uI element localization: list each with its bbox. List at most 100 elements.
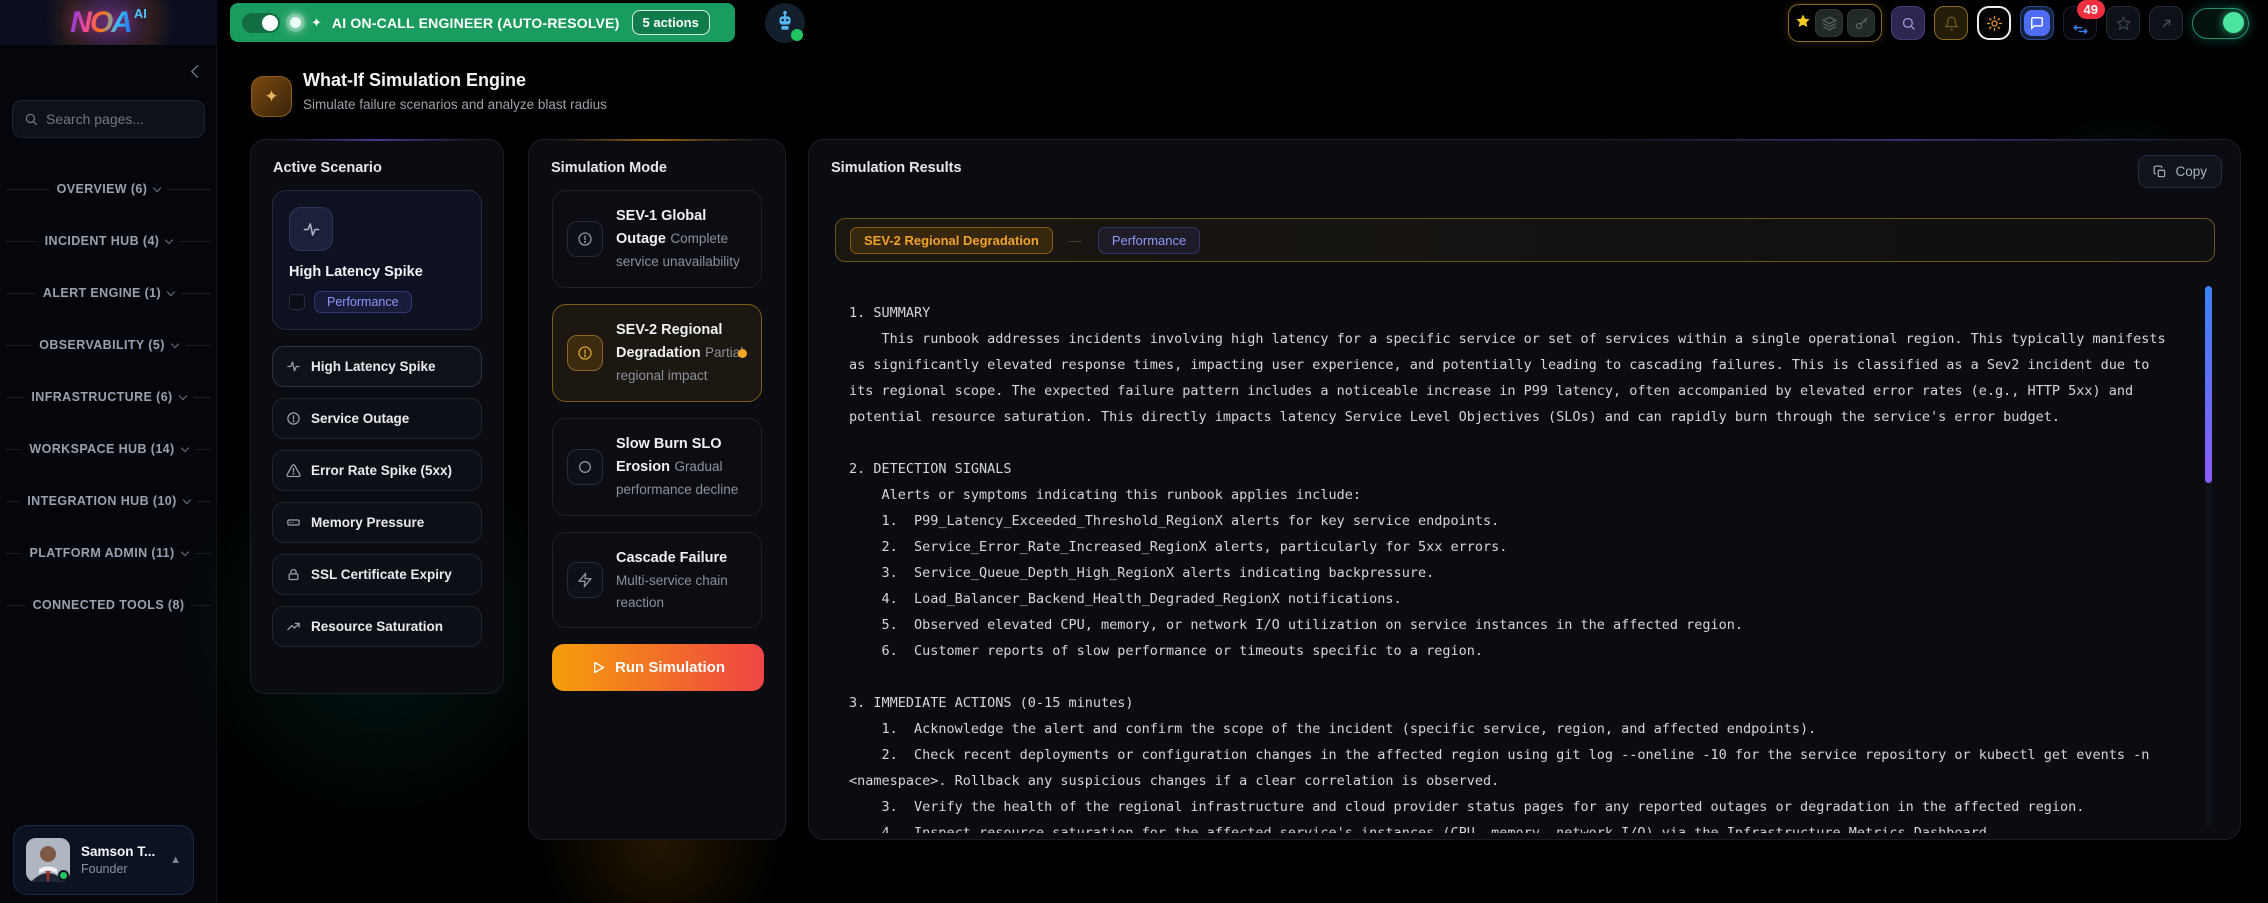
circle-icon: [567, 449, 603, 485]
sidebar-item-platform-admin[interactable]: PLATFORM ADMIN (11): [0, 527, 217, 579]
scenario-checkbox[interactable]: [289, 294, 305, 310]
featured-scenario-name: High Latency Spike: [289, 264, 465, 280]
topbar: NOA AI ✦ AI ON-CALL ENGINEER (AUTO-RESOL…: [0, 0, 2268, 45]
scenario-resource-saturation[interactable]: Resource Saturation: [272, 606, 482, 647]
scenario-memory-pressure[interactable]: Memory Pressure: [272, 502, 482, 543]
chevron-down-icon: [182, 495, 190, 503]
layers-button[interactable]: [1815, 9, 1843, 37]
search-icon: [1901, 16, 1916, 31]
alerts-counter-button[interactable]: 49: [2063, 6, 2097, 40]
logo-text: NOA: [70, 6, 131, 40]
star-outline-icon: [2116, 16, 2131, 31]
chevron-down-icon: [180, 547, 188, 555]
trending-up-icon: [286, 619, 301, 634]
star-outline-button[interactable]: [2106, 6, 2140, 40]
run-simulation-button[interactable]: Run Simulation: [552, 644, 764, 691]
user-online-dot: [58, 870, 69, 881]
sun-icon: [1987, 16, 2002, 31]
sidebar: OVERVIEW (6) INCIDENT HUB (4) ALERT ENGI…: [0, 45, 217, 903]
lock-icon: [286, 567, 301, 582]
activity-icon: [289, 207, 333, 251]
auto-resolve-toggle[interactable]: [242, 13, 280, 33]
mode-desc: Multi-service chain reaction: [616, 573, 728, 610]
chevron-down-icon: [167, 287, 175, 295]
topbar-actions: 49: [1788, 4, 2249, 42]
selected-mode-dot: [738, 349, 747, 358]
runbook-text: 1. SUMMARY This runbook addresses incide…: [849, 300, 2178, 833]
copy-icon: [2153, 165, 2167, 179]
app-root: NOA AI ✦ AI ON-CALL ENGINEER (AUTO-RESOL…: [0, 0, 2268, 903]
copy-button[interactable]: Copy: [2138, 155, 2222, 188]
sidebar-item-connected-tools[interactable]: CONNECTED TOOLS (8): [0, 579, 217, 631]
sidebar-item-incident-hub[interactable]: INCIDENT HUB (4): [0, 215, 217, 267]
results-scrollbar-thumb[interactable]: [2205, 286, 2212, 483]
alert-circle-icon: [286, 411, 301, 426]
page-subtitle: Simulate failure scenarios and analyze b…: [303, 97, 607, 112]
play-icon: [591, 660, 606, 675]
swap-arrows-icon: [2073, 22, 2088, 37]
sidebar-item-integration-hub[interactable]: INTEGRATION HUB (10): [0, 475, 217, 527]
ai-assistant-button[interactable]: [765, 3, 805, 43]
mode-sev1-global-outage[interactable]: SEV-1 Global Outage Complete service una…: [552, 190, 762, 288]
page-title: What-If Simulation Engine: [303, 70, 526, 91]
actions-count-button[interactable]: 5 actions: [632, 10, 710, 35]
search-button[interactable]: [1891, 6, 1925, 40]
theme-toggle-button[interactable]: [1977, 6, 2011, 40]
simulation-mode-title: Simulation Mode: [529, 140, 785, 190]
key-button[interactable]: [1847, 9, 1875, 37]
sidebar-search: [12, 100, 205, 138]
notification-count-badge: 49: [2077, 0, 2105, 19]
chevron-down-icon: [153, 183, 161, 191]
chevron-down-icon: [165, 235, 173, 243]
performance-badge: Performance: [314, 291, 412, 313]
alert-circle-icon: [567, 335, 603, 371]
scenario-ssl-certificate-expiry[interactable]: SSL Certificate Expiry: [272, 554, 482, 595]
app-logo[interactable]: NOA AI: [0, 0, 217, 45]
chat-button[interactable]: [2020, 6, 2054, 40]
layers-icon: [1822, 16, 1837, 31]
results-scrollbar-track[interactable]: [2205, 286, 2212, 827]
active-scenario-title: Active Scenario: [251, 140, 503, 190]
status-glow-dot: [290, 17, 301, 28]
simulation-mode-panel: Simulation Mode SEV-1 Global Outage Comp…: [528, 139, 786, 840]
user-name: Samson T...: [81, 844, 155, 859]
user-role: Founder: [81, 862, 155, 876]
scenario-high-latency-spike[interactable]: High Latency Spike: [272, 346, 482, 387]
warning-triangle-icon: [286, 463, 301, 478]
star-filled-icon[interactable]: [1795, 13, 1811, 34]
sidebar-item-alert-engine[interactable]: ALERT ENGINE (1): [0, 267, 217, 319]
sparkles-icon: ✦: [264, 87, 278, 107]
master-toggle[interactable]: [2192, 8, 2249, 39]
sparkle-icon: ✦: [311, 15, 322, 31]
chevron-down-icon: [178, 391, 186, 399]
scenario-error-rate-spike[interactable]: Error Rate Spike (5xx): [272, 450, 482, 491]
mode-cascade-failure[interactable]: Cascade Failure Multi-service chain reac…: [552, 532, 762, 628]
ai-oncall-status-pill: ✦ AI ON-CALL ENGINEER (AUTO-RESOLVE) 5 a…: [230, 3, 735, 42]
sidebar-collapse-icon[interactable]: [191, 65, 204, 78]
server-icon: [286, 515, 301, 530]
zap-icon: [567, 562, 603, 598]
sidebar-item-workspace-hub[interactable]: WORKSPACE HUB (14): [0, 423, 217, 475]
featured-scenario-card: High Latency Spike Performance: [272, 190, 482, 330]
chevron-down-icon: [180, 443, 188, 451]
expand-button[interactable]: [2149, 6, 2183, 40]
mode-slow-burn-slo-erosion[interactable]: Slow Burn SLO Erosion Gradual performanc…: [552, 418, 762, 516]
caret-up-icon: ▲: [170, 854, 181, 866]
ai-oncall-label: AI ON-CALL ENGINEER (AUTO-RESOLVE): [332, 15, 620, 31]
sidebar-item-overview[interactable]: OVERVIEW (6): [0, 163, 217, 215]
bell-icon: [1944, 16, 1959, 31]
scenario-list: High Latency Spike Service Outage Error …: [272, 346, 482, 647]
sidebar-item-observability[interactable]: OBSERVABILITY (5): [0, 319, 217, 371]
dash-separator: —: [1069, 233, 1082, 248]
mode-sev2-regional-degradation[interactable]: SEV-2 Regional Degradation Partial regio…: [552, 304, 762, 402]
search-input[interactable]: [46, 111, 186, 127]
user-profile-card[interactable]: Samson T... Founder ▲: [13, 825, 194, 895]
logo-suffix: AI: [134, 6, 147, 21]
scenario-service-outage[interactable]: Service Outage: [272, 398, 482, 439]
activity-icon: [286, 359, 301, 374]
notifications-bell-button[interactable]: [1934, 6, 1968, 40]
sidebar-item-infrastructure[interactable]: INFRASTRUCTURE (6): [0, 371, 217, 423]
chat-bubble-icon: [2024, 10, 2050, 36]
alert-circle-icon: [567, 221, 603, 257]
favorites-group: [1788, 4, 1882, 42]
